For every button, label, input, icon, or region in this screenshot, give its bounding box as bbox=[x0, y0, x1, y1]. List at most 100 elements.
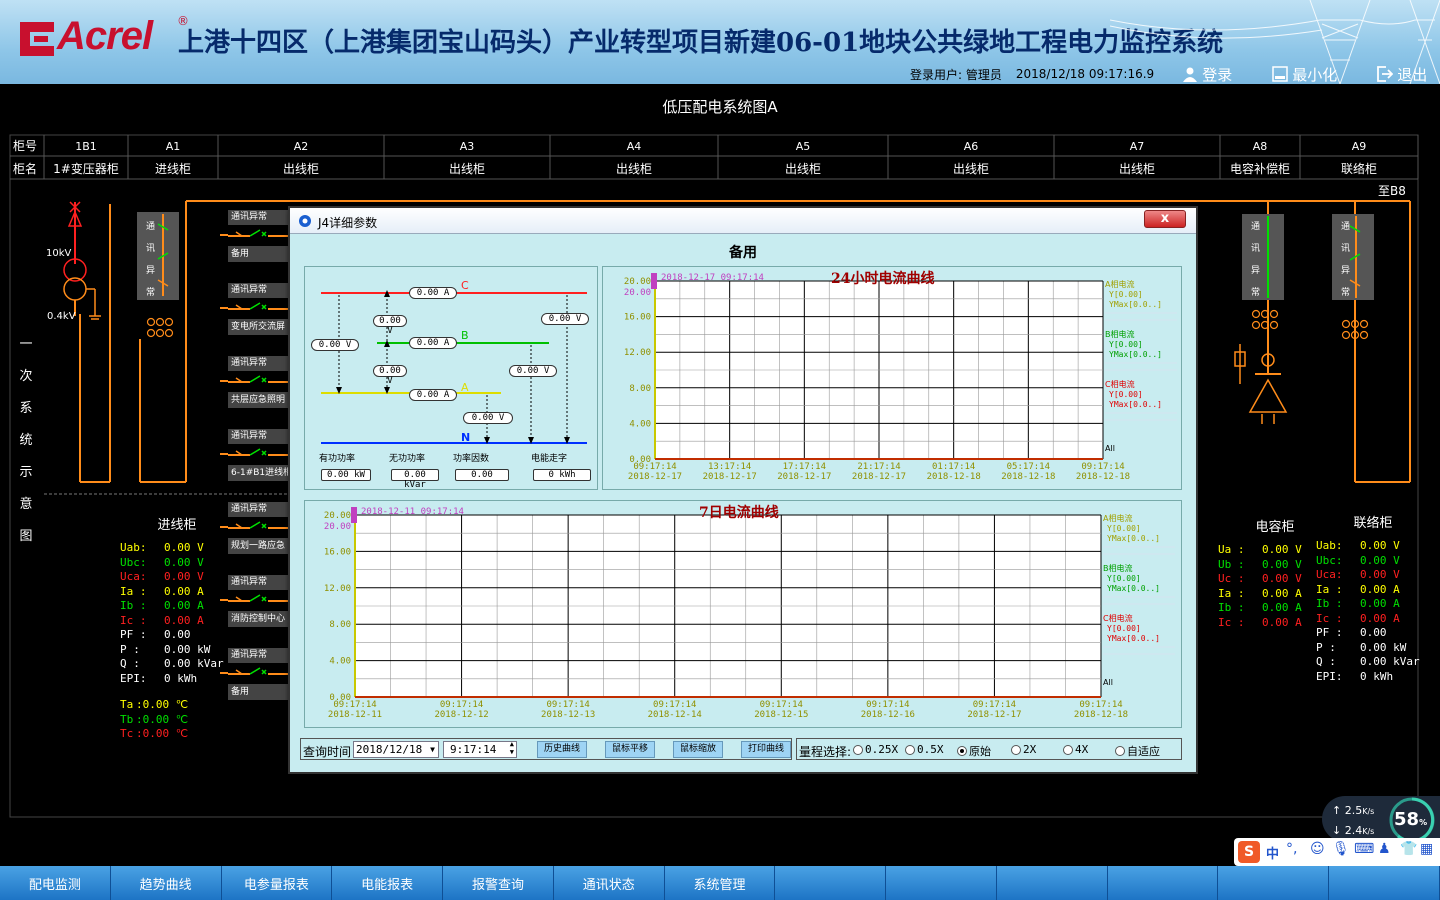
range-option[interactable]: 0.5X bbox=[905, 743, 944, 756]
chart-24h[interactable]: 0.004.008.0012.0016.0020.0020.0009:17:14… bbox=[603, 267, 1183, 491]
chart-24h-panel[interactable]: 0.00 4.00 8.00 12.00 16.00 20.00 20.00 09:17:14… bbox=[602, 266, 1182, 490]
system-title: 上港十四区（上港集团宝山码头）产业转型项目新建06-01地块公共绿地工程电力监控… bbox=[178, 28, 1224, 58]
query-action-button[interactable]: 历史曲线 bbox=[537, 741, 587, 758]
legend-ymax-value: YMax[0.0..] bbox=[1107, 634, 1160, 643]
emoji-icon[interactable]: ☺ bbox=[1310, 841, 1325, 857]
radio-icon[interactable] bbox=[853, 744, 863, 755]
sogou-icon[interactable]: S bbox=[1238, 841, 1260, 863]
feeder-branch[interactable]: 通讯异常 规划一路应急 bbox=[228, 502, 290, 554]
feeder-branch[interactable]: 通讯异常 6-1#B1进线柜 bbox=[228, 429, 290, 481]
meter-value: 0.00 kVar bbox=[1360, 655, 1420, 668]
meter-row: EPI: 0 kWh bbox=[120, 672, 234, 687]
feeder-branch[interactable]: 通讯异常 消防控制中心 bbox=[228, 575, 290, 627]
voice-icon[interactable]: 🎙 bbox=[1332, 841, 1350, 857]
nav-item-empty[interactable] bbox=[1218, 866, 1330, 900]
skin-icon[interactable]: 👕 bbox=[1400, 841, 1417, 857]
x-tick-time: 09:17:14 bbox=[633, 462, 676, 472]
legend-series-name[interactable]: B相电流 bbox=[1103, 563, 1133, 573]
meter-value: 0.00 kW bbox=[164, 642, 211, 656]
query-time-spinner[interactable]: 9:17:14 ▲ ▼ bbox=[443, 740, 517, 758]
legend-series-name[interactable]: C相电流 bbox=[1103, 613, 1133, 623]
legend-series-name[interactable]: A相电流 bbox=[1105, 279, 1134, 289]
cabinet-name[interactable]: 出线柜 bbox=[283, 162, 319, 176]
query-time-label: 查询时间 bbox=[303, 745, 352, 759]
ime-punct-icon[interactable]: °, bbox=[1286, 841, 1297, 857]
range-option[interactable]: 2X bbox=[1011, 743, 1036, 756]
meter-key: Ua : bbox=[1218, 543, 1245, 556]
radio-icon[interactable] bbox=[1011, 744, 1021, 755]
nav-item[interactable]: 配电监测 bbox=[0, 866, 111, 900]
legend-all[interactable]: All bbox=[1105, 444, 1115, 453]
radio-icon[interactable] bbox=[957, 746, 967, 756]
cabinet-name[interactable]: 联络柜 bbox=[1341, 161, 1377, 176]
nav-item-empty[interactable] bbox=[1108, 866, 1219, 900]
query-action-button[interactable]: 打印曲线 bbox=[741, 741, 791, 758]
user-tool-icon[interactable]: ♟ bbox=[1378, 841, 1391, 857]
cabinet-name[interactable]: 出线柜 bbox=[785, 162, 821, 176]
y-tick-label: 12.00 bbox=[324, 584, 351, 594]
chevron-down-icon[interactable]: ▼ bbox=[430, 742, 435, 757]
chart-7d[interactable]: 0.004.008.0012.0016.0020.0020.0009:17:14… bbox=[305, 501, 1183, 729]
feeder-branch[interactable]: 通讯异常 备用 bbox=[228, 648, 290, 700]
feeder-branch[interactable]: 通讯异常 变电所交流屏 bbox=[228, 283, 290, 335]
range-option[interactable]: 原始 bbox=[957, 743, 991, 759]
cabinet-name[interactable]: 出线柜 bbox=[616, 162, 652, 176]
capacitor-icon bbox=[1234, 344, 1288, 424]
x-tick-date: 2018-12-18 bbox=[1076, 472, 1130, 482]
detail-dialog: J4详细参数 x 备用 C B A N 0.00 A 0.00 A 0.00 A… bbox=[288, 206, 1198, 774]
x-tick-date: 2018-12-11 bbox=[328, 710, 382, 720]
login-button[interactable]: 登录 bbox=[1182, 64, 1232, 85]
feeder-branch[interactable]: 通讯异常 备用 bbox=[228, 210, 290, 262]
chart-7d-panel[interactable]: 0.00 4.00 8.00 12.00 16.00 20.00 20.00 09:17:14… bbox=[304, 500, 1182, 728]
nav-item[interactable]: 趋势曲线 bbox=[111, 866, 222, 900]
legend-series-name[interactable]: B相电流 bbox=[1105, 329, 1135, 339]
minimize-button[interactable]: 最小化 bbox=[1272, 64, 1337, 85]
cabinet-name[interactable]: 出线柜 bbox=[1119, 162, 1155, 176]
temperature-key: Tb bbox=[120, 712, 134, 726]
meter-key: Q : bbox=[120, 657, 140, 670]
spinner-arrows-icon[interactable]: ▲ ▼ bbox=[510, 740, 514, 756]
query-action-button[interactable]: 鼠标平移 bbox=[605, 741, 655, 758]
keyboard-icon[interactable]: ⌨ bbox=[1354, 841, 1374, 857]
toolbox-icon[interactable]: ▦ bbox=[1420, 841, 1433, 857]
cabinet-name[interactable]: 出线柜 bbox=[449, 162, 485, 176]
query-action-button[interactable]: 鼠标缩放 bbox=[673, 741, 723, 758]
nav-item[interactable]: 系统管理 bbox=[665, 866, 776, 900]
nav-item-empty[interactable] bbox=[775, 866, 887, 900]
legend-series-name[interactable]: A相电流 bbox=[1103, 513, 1132, 523]
range-option[interactable]: 4X bbox=[1063, 743, 1088, 756]
cursor-marker[interactable] bbox=[651, 273, 657, 289]
network-speed-widget[interactable]: ↑ 2.5K/s ↓ 2.4K/s 58% bbox=[1322, 796, 1440, 843]
dialog-close-button[interactable]: x bbox=[1144, 210, 1186, 228]
feeder-branch[interactable]: 通讯异常 共层应急照明 bbox=[228, 356, 290, 408]
cabinet-name[interactable]: 电容补偿柜 bbox=[1230, 161, 1290, 176]
radio-icon[interactable] bbox=[905, 744, 915, 755]
dialog-titlebar[interactable]: J4详细参数 x bbox=[290, 208, 1196, 234]
cabinet-name[interactable]: 出线柜 bbox=[953, 162, 989, 176]
to-b8-label: 至B8 bbox=[1378, 184, 1406, 198]
branch-comm-alarm: 通讯异常 bbox=[228, 210, 290, 225]
cabinet-name[interactable]: 1#变压器柜 bbox=[53, 161, 119, 176]
nav-item[interactable]: 报警查询 bbox=[443, 866, 554, 900]
cabinet-name[interactable]: 进线柜 bbox=[155, 162, 191, 176]
cursor-marker[interactable] bbox=[351, 507, 357, 523]
y-top-marker-label: 20.00 bbox=[624, 288, 651, 298]
nav-item[interactable]: 通讯状态 bbox=[554, 866, 665, 900]
nav-item-empty[interactable] bbox=[886, 866, 997, 900]
exit-button[interactable]: 退出 bbox=[1377, 64, 1427, 85]
ime-toolbar[interactable]: S 中 °, ☺ 🎙 ⌨ ♟ 👕 ▦ bbox=[1234, 838, 1440, 866]
legend-all[interactable]: All bbox=[1103, 678, 1113, 687]
radio-icon[interactable] bbox=[1063, 744, 1073, 755]
nav-item[interactable]: 电能报表 bbox=[332, 866, 444, 900]
x-tick-date: 2018-12-13 bbox=[541, 710, 595, 720]
range-option[interactable]: 自适应 bbox=[1115, 743, 1160, 759]
ime-mode-label[interactable]: 中 bbox=[1266, 843, 1279, 862]
nav-item-empty[interactable] bbox=[997, 866, 1108, 900]
meter-value: 0.00 A bbox=[164, 613, 204, 627]
nav-item-empty[interactable] bbox=[1329, 866, 1440, 900]
legend-series-name[interactable]: C相电流 bbox=[1105, 379, 1135, 389]
radio-icon[interactable] bbox=[1115, 746, 1125, 756]
range-option[interactable]: 0.25X bbox=[853, 743, 898, 756]
nav-item[interactable]: 电参量报表 bbox=[222, 866, 333, 900]
query-date-picker[interactable]: 2018/12/18 ▼ bbox=[353, 741, 439, 758]
